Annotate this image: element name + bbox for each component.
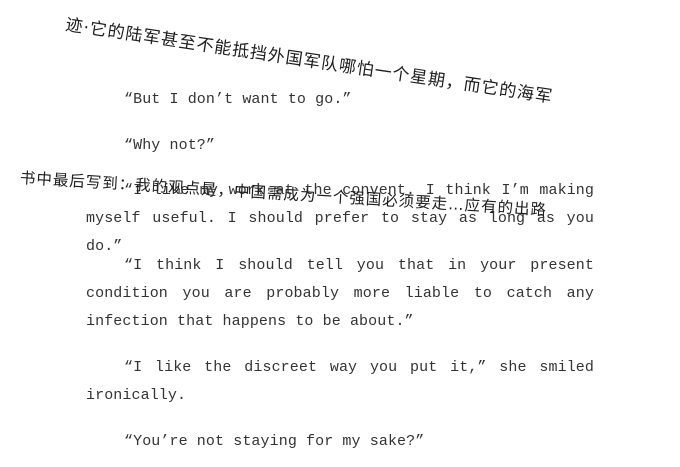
paragraph-5: “I like the discreet way you put it,” sh…: [86, 359, 594, 404]
paragraph-2: “Why not?”: [124, 137, 216, 154]
paragraph-6: “You’re not staying for my sake?”: [124, 433, 425, 450]
document-page: “But I don’t want to go.” “Why not?” “I …: [0, 0, 680, 467]
paragraph-4: “I think I should tell you that in your …: [86, 257, 594, 330]
